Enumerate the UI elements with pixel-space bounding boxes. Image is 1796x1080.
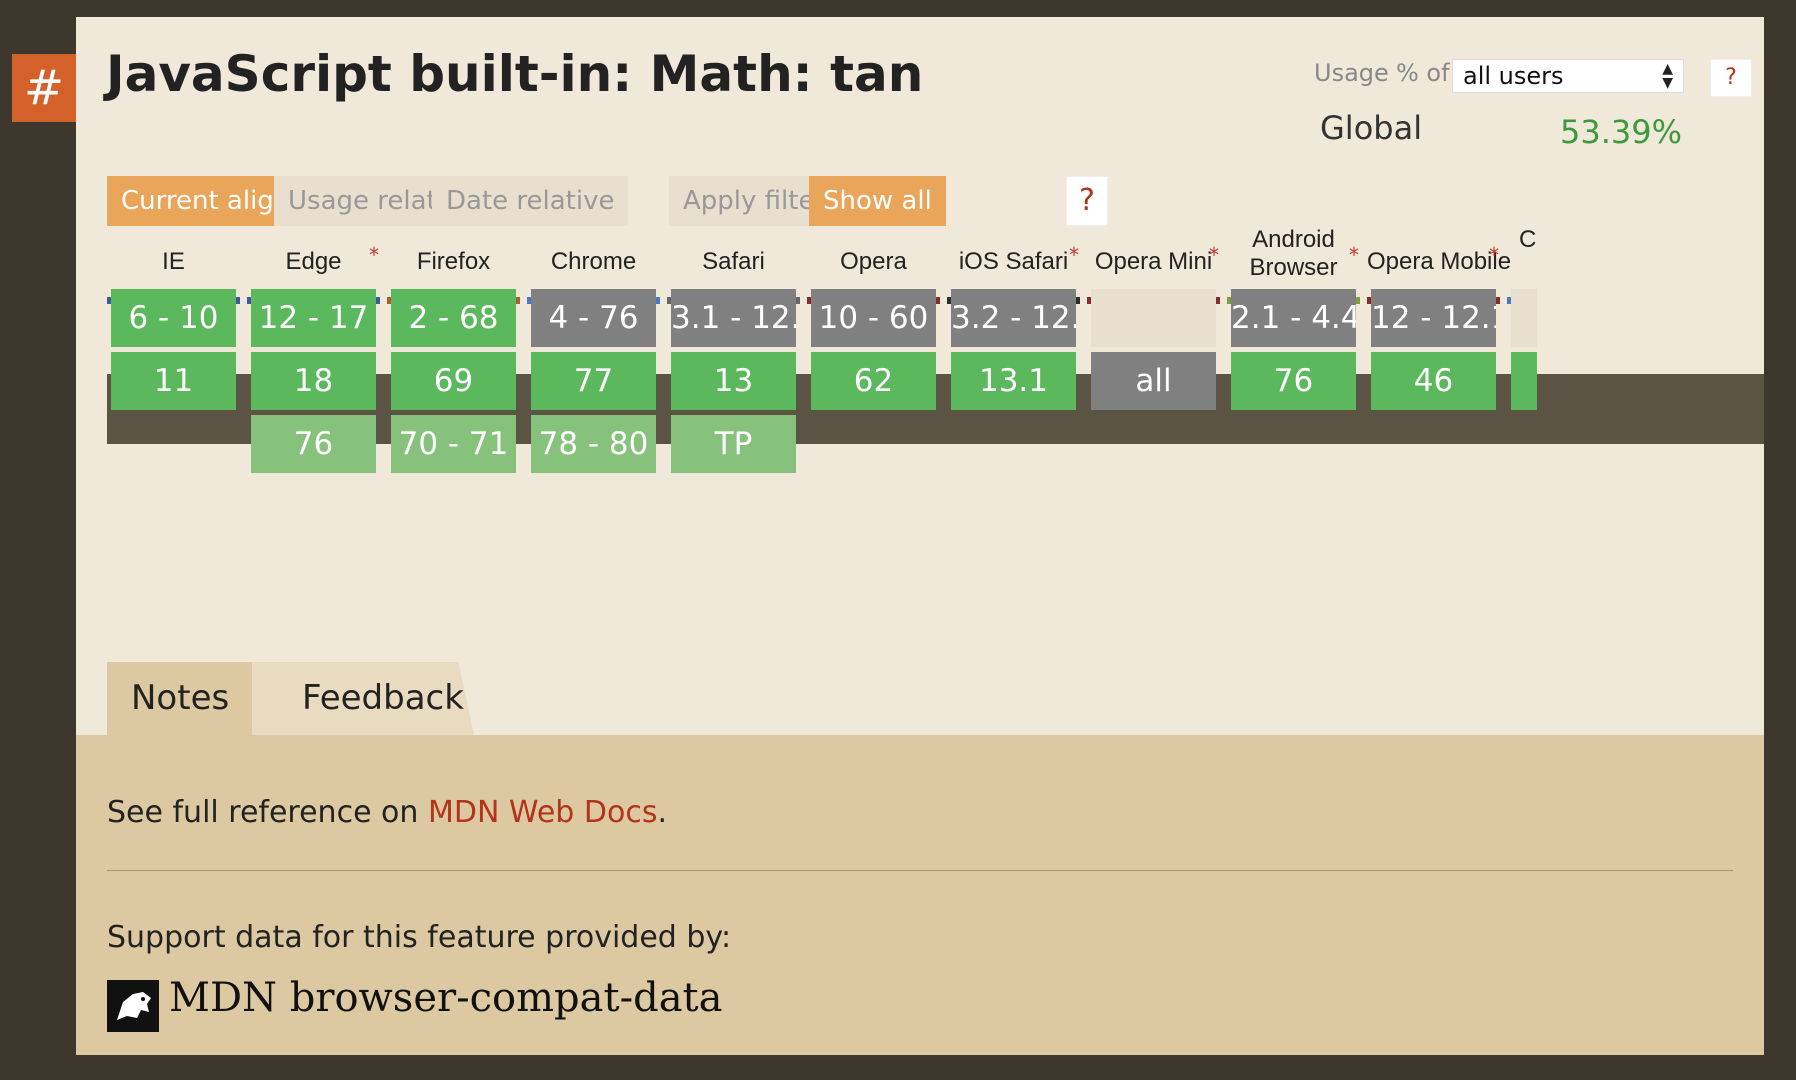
browser-note-star: * bbox=[1489, 243, 1499, 267]
global-label: Global bbox=[1320, 109, 1423, 147]
support-cell-opera-mobile-current[interactable]: 46 bbox=[1371, 352, 1496, 410]
reference-prefix: See full reference on bbox=[107, 795, 428, 830]
notes-panel: See full reference on MDN Web Docs. Supp… bbox=[76, 735, 1764, 1055]
support-cell-firefox-future[interactable]: 70 - 71 bbox=[391, 415, 516, 473]
support-cell-c-past[interactable] bbox=[1511, 289, 1537, 347]
support-cell-opera-past[interactable]: 10 - 60 bbox=[811, 289, 936, 347]
page-title: JavaScript built-in: Math: tan bbox=[106, 45, 924, 103]
mdn-bcd-label[interactable]: MDN browser-compat-data bbox=[169, 975, 722, 1021]
support-cell-edge-future[interactable]: 76 bbox=[251, 415, 376, 473]
browser-header-opera-mobile: Opera Mobile bbox=[1367, 248, 1512, 275]
toolbar-help-button[interactable]: ? bbox=[1066, 176, 1108, 226]
support-data-text: Support data for this feature provided b… bbox=[107, 920, 732, 955]
support-cell-chrome-future[interactable]: 78 - 80 bbox=[531, 415, 656, 473]
browser-header-opera: Opera bbox=[840, 248, 907, 275]
show-all-button[interactable]: Show all bbox=[809, 176, 946, 226]
support-cell-edge-current[interactable]: 18 bbox=[251, 352, 376, 410]
support-cell-chrome-past[interactable]: 4 - 76 bbox=[531, 289, 656, 347]
section-anchor-hash[interactable]: # bbox=[12, 54, 76, 122]
reference-text: See full reference on MDN Web Docs. bbox=[107, 795, 667, 830]
browser-header-ios-safari: iOS Safari bbox=[958, 248, 1069, 275]
browser-note-star: * bbox=[1349, 243, 1359, 267]
browser-note-star: * bbox=[369, 243, 379, 267]
support-cell-safari-current[interactable]: 13 bbox=[671, 352, 796, 410]
support-cell-opera-mini-past[interactable] bbox=[1091, 289, 1216, 347]
mdn-web-docs-link[interactable]: MDN Web Docs bbox=[428, 795, 657, 830]
browser-note-star: * bbox=[1069, 243, 1079, 267]
browser-header-chrome: Chrome bbox=[550, 248, 637, 275]
browser-header-edge: Edge bbox=[285, 248, 342, 275]
support-cell-firefox-current[interactable]: 69 bbox=[391, 352, 516, 410]
select-arrows-icon: ▲ ▼ bbox=[1662, 61, 1673, 91]
support-cell-safari-past[interactable]: 3.1 - 12.1 bbox=[671, 289, 796, 347]
reference-suffix: . bbox=[657, 795, 667, 830]
date-relative-button[interactable]: Date relative bbox=[432, 176, 629, 226]
browser-header-opera-mini: Opera Mini bbox=[1094, 248, 1213, 275]
browser-header-c: C bbox=[1519, 226, 1537, 253]
browser-header-firefox: Firefox bbox=[416, 248, 491, 275]
support-cell-android-browser-past[interactable]: 2.1 - 4.4.4 bbox=[1231, 289, 1356, 347]
browser-header-safari: Safari bbox=[702, 248, 765, 275]
support-cell-android-browser-current[interactable]: 76 bbox=[1231, 352, 1356, 410]
support-cell-ios-safari-past[interactable]: 3.2 - 12.3 bbox=[951, 289, 1076, 347]
pct-of-label: % of bbox=[1396, 59, 1450, 87]
support-cell-ie-current[interactable]: 11 bbox=[111, 352, 236, 410]
support-cell-c-current[interactable] bbox=[1511, 352, 1537, 410]
usage-scope-select[interactable]: all users ▲ ▼ bbox=[1452, 59, 1684, 93]
support-cell-edge-past[interactable]: 12 - 17 bbox=[251, 289, 376, 347]
mdn-logo-icon bbox=[107, 980, 159, 1032]
usage-help-button[interactable]: ? bbox=[1710, 59, 1752, 97]
support-cell-safari-future[interactable]: TP bbox=[671, 415, 796, 473]
tab-notes[interactable]: Notes bbox=[107, 662, 271, 735]
global-usage-value: 53.39% bbox=[1560, 113, 1683, 151]
feature-card: JavaScript built-in: Math: tan Usage % o… bbox=[76, 17, 1764, 1055]
divider bbox=[107, 870, 1733, 871]
support-cell-firefox-past[interactable]: 2 - 68 bbox=[391, 289, 516, 347]
browser-header-android-browser: Android Browser bbox=[1249, 226, 1338, 281]
tab-feedback[interactable]: Feedback bbox=[252, 662, 474, 735]
browser-header-ie: IE bbox=[162, 248, 185, 275]
support-cell-ie-past[interactable]: 6 - 10 bbox=[111, 289, 236, 347]
support-cell-opera-mini-current[interactable]: all bbox=[1091, 352, 1216, 410]
usage-scope-value: all users bbox=[1463, 62, 1564, 90]
usage-label: Usage bbox=[1314, 59, 1389, 87]
support-cell-ios-safari-current[interactable]: 13.1 bbox=[951, 352, 1076, 410]
support-cell-opera-current[interactable]: 62 bbox=[811, 352, 936, 410]
support-cell-chrome-current[interactable]: 77 bbox=[531, 352, 656, 410]
support-cell-opera-mobile-past[interactable]: 12 - 12.1 bbox=[1371, 289, 1496, 347]
browser-note-star: * bbox=[1209, 243, 1219, 267]
